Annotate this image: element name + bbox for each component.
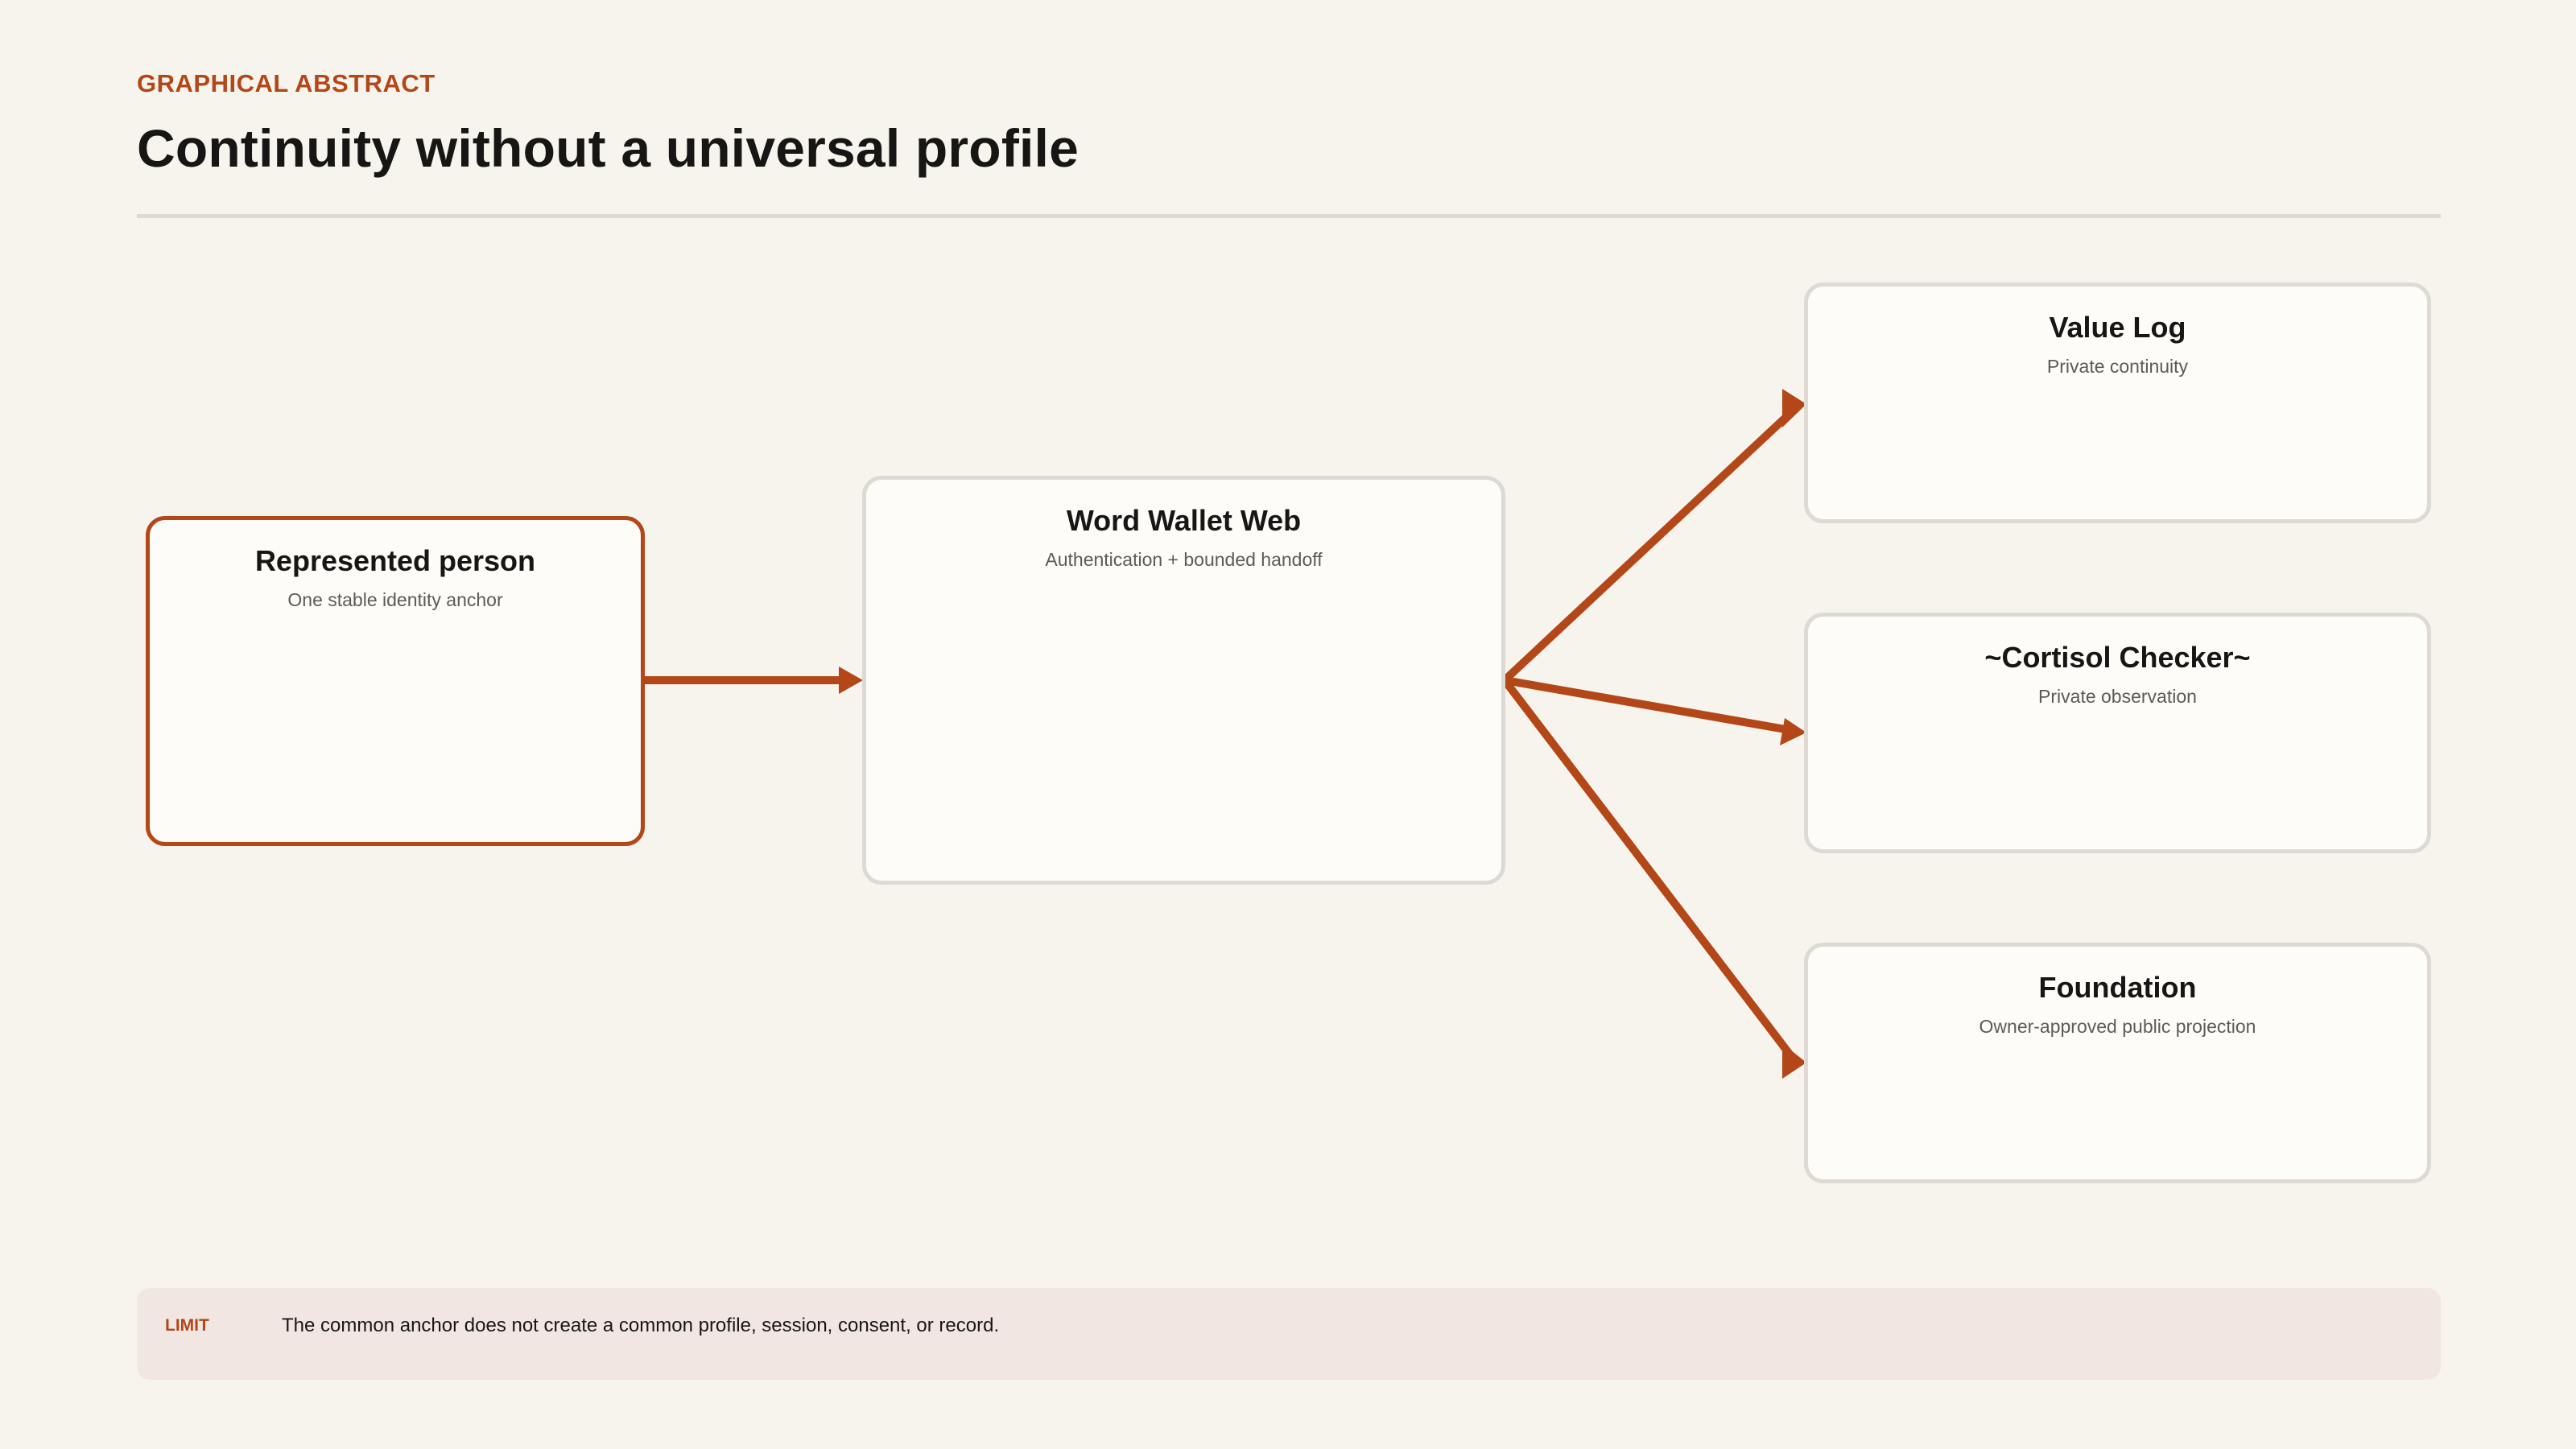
- arrow-wallet-to-foundation: [1501, 677, 1794, 1059]
- arrowhead-value-log: [1782, 389, 1806, 427]
- node-title: ~Cortisol Checker~: [1984, 641, 2251, 674]
- arrow-wallet-to-value-log: [1501, 411, 1792, 683]
- node-subtitle: Authentication + bounded handoff: [1045, 549, 1323, 570]
- node-title: Foundation: [2038, 971, 2197, 1004]
- node-word-wallet-web: Word Wallet Web Authentication + bounded…: [862, 476, 1505, 885]
- node-title: Value Log: [2049, 311, 2186, 344]
- arrow-wallet-to-cortisol: [1504, 676, 1786, 733]
- node-cortisol-checker: ~Cortisol Checker~ Private observation: [1804, 613, 2431, 853]
- node-title: Word Wallet Web: [1066, 504, 1302, 537]
- node-title: Represented person: [254, 544, 536, 577]
- node-subtitle: One stable identity anchor: [287, 589, 503, 610]
- node-subtitle: Owner-approved public projection: [1979, 1016, 2256, 1037]
- eyebrow-label: GRAPHICAL ABSTRACT: [137, 69, 436, 97]
- node-value-log: Value Log Private continuity: [1804, 283, 2431, 523]
- node-represented-person: Represented person One stable identity a…: [146, 516, 645, 846]
- header-divider: [137, 214, 2441, 218]
- node-foundation: Foundation Owner-approved public project…: [1804, 943, 2431, 1183]
- node-subtitle: Private observation: [2038, 686, 2197, 707]
- node-subtitle: Private continuity: [2046, 356, 2189, 377]
- limit-text: The common anchor does not create a comm…: [282, 1315, 1000, 1336]
- arrowhead-cortisol: [1780, 718, 1806, 745]
- limit-callout: LIMIT The common anchor does not create …: [137, 1288, 2441, 1380]
- limit-label: LIMIT: [165, 1316, 209, 1335]
- arrowhead-wallet: [839, 667, 863, 694]
- page-title: Continuity without a universal profile: [137, 118, 1079, 178]
- arrowhead-foundation: [1782, 1043, 1806, 1079]
